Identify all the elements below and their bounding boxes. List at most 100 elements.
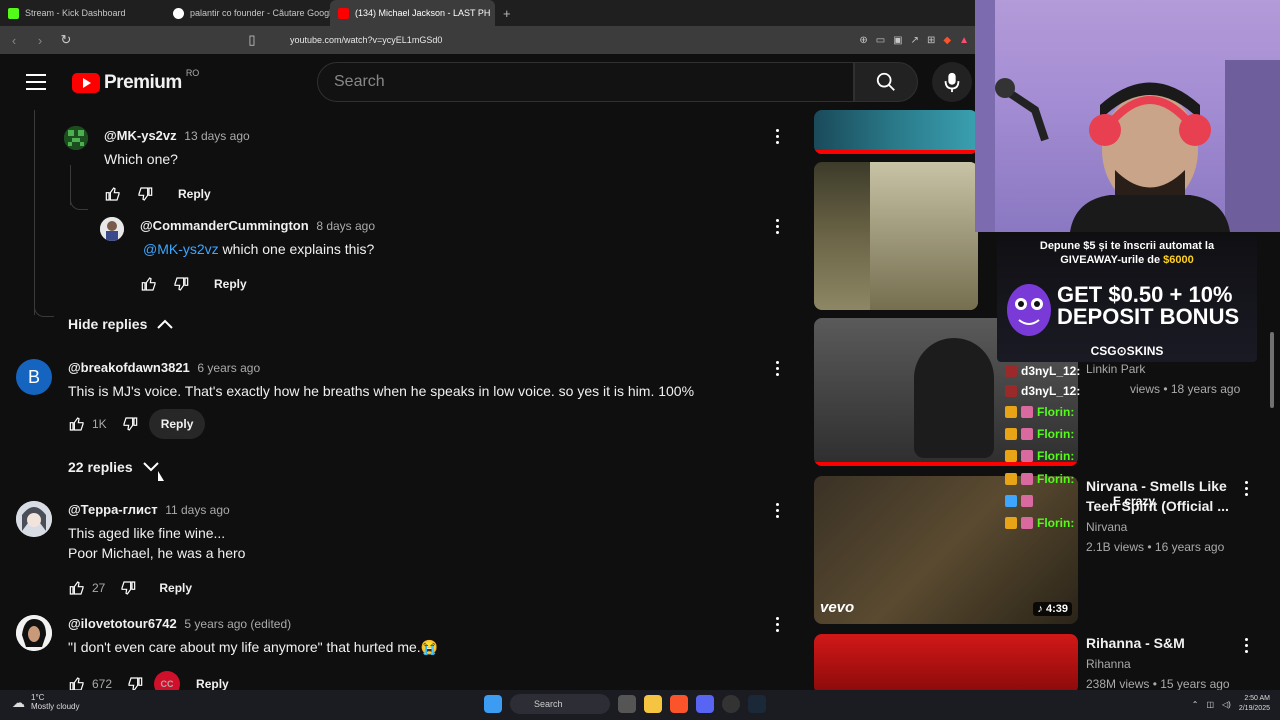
dislike-icon[interactable]	[119, 579, 137, 597]
dislike-icon[interactable]	[136, 185, 154, 203]
dislike-icon[interactable]	[126, 675, 144, 690]
video-thumbnail[interactable]	[814, 162, 978, 310]
tab-google-search[interactable]: palantir co founder - Căutare Google	[165, 0, 330, 26]
voice-search-button[interactable]	[932, 62, 972, 102]
comment-time[interactable]: 5 years ago (edited)	[184, 617, 291, 631]
more-options-icon[interactable]	[767, 358, 787, 378]
search-input[interactable]: Search	[317, 62, 854, 102]
bookmark-icon[interactable]: ▯	[244, 32, 260, 48]
like-icon[interactable]	[68, 675, 86, 690]
logo-brand: Premium	[104, 72, 182, 93]
search-button[interactable]	[854, 62, 918, 102]
obs-icon[interactable]	[722, 695, 740, 713]
reply-button[interactable]: Reply	[148, 409, 206, 439]
like-icon[interactable]	[68, 579, 86, 597]
tab-kick-dashboard[interactable]: Stream - Kick Dashboard	[0, 0, 165, 26]
reload-icon[interactable]: ↻	[58, 32, 74, 48]
volume-icon[interactable]: ◁)	[1222, 700, 1231, 709]
discord-icon[interactable]	[696, 695, 714, 713]
more-options-icon[interactable]	[767, 216, 787, 236]
tab-youtube-video[interactable]: (134) Michael Jackson - LAST PH ✕	[330, 0, 495, 26]
translate-icon[interactable]: ⊞	[927, 35, 935, 46]
chat-badge-icon	[1005, 385, 1017, 397]
brave-shield-icon[interactable]: ◆	[943, 35, 951, 46]
comments-section: @MK-ys2vz 13 days ago Which one? Reply @…	[0, 110, 800, 690]
video-title[interactable]: Rihanna - S&M	[1086, 633, 1185, 653]
reply-button[interactable]: Reply	[166, 179, 223, 209]
show-replies-button[interactable]: 22 replies	[68, 459, 159, 475]
hamburger-menu-icon[interactable]	[26, 74, 46, 90]
chat-message: Florin:	[1005, 472, 1074, 486]
taskbar-clock[interactable]: 2:50 AM 2/19/2025	[1239, 694, 1270, 714]
clock-time: 2:50 AM	[1244, 695, 1270, 702]
comment-time[interactable]: 13 days ago	[184, 129, 249, 143]
cast-icon[interactable]: ▭	[876, 35, 885, 46]
comment-author[interactable]: @ilovetotour6742	[68, 616, 177, 631]
thread-connector	[70, 198, 88, 210]
video-thumbnail[interactable]	[814, 634, 1078, 690]
tray-chevron-icon[interactable]: ⌃	[1192, 700, 1199, 709]
hide-replies-button[interactable]: Hide replies	[68, 316, 174, 332]
promo-amount: $6000	[1163, 254, 1194, 266]
comment-time[interactable]: 11 days ago	[165, 503, 230, 517]
like-icon[interactable]	[140, 275, 158, 293]
video-channel[interactable]: Rihanna	[1086, 657, 1131, 671]
comment-time[interactable]: 8 days ago	[316, 219, 375, 233]
network-icon[interactable]: ◫	[1206, 700, 1214, 709]
chat-username: Florin:	[1037, 516, 1075, 530]
reply-button[interactable]: Reply	[184, 669, 241, 690]
zoom-icon[interactable]: ⊕	[859, 35, 867, 46]
avatar[interactable]	[16, 501, 52, 537]
comment-text: This is MJ's voice. That's exactly how h…	[68, 383, 695, 399]
youtube-premium-logo[interactable]: Premium RO	[72, 68, 199, 94]
youtube-logo-icon	[72, 73, 100, 93]
crown-badge-icon	[1005, 473, 1017, 485]
scrollbar[interactable]	[1270, 332, 1274, 408]
video-thumbnail[interactable]	[814, 110, 978, 154]
like-icon[interactable]	[68, 415, 86, 433]
comment-actions: Reply	[140, 269, 259, 299]
region-code: RO	[185, 68, 200, 78]
task-view-icon[interactable]	[618, 695, 636, 713]
more-options-icon[interactable]	[767, 126, 787, 146]
back-icon[interactable]: ‹	[6, 33, 22, 48]
file-explorer-icon[interactable]	[644, 695, 662, 713]
mention-link[interactable]: @MK-ys2vz	[143, 241, 219, 257]
comment-author[interactable]: @breakofdawn3821	[68, 360, 190, 375]
avatar[interactable]	[100, 217, 124, 241]
comment-time[interactable]: 6 years ago	[197, 361, 260, 375]
new-tab-button[interactable]: +	[495, 6, 519, 21]
weather-widget[interactable]: ☁ 1°C Mostly cloudy	[12, 693, 79, 711]
screenshot-icon[interactable]: ▣	[893, 35, 902, 46]
comment-author[interactable]: @MK-ys2vz	[104, 128, 177, 143]
share-icon[interactable]: ↗	[911, 35, 919, 46]
steam-icon[interactable]	[748, 695, 766, 713]
url-field[interactable]: youtube.com/watch?v=ycyEL1mGSd0	[290, 35, 849, 45]
avatar[interactable]: B	[16, 359, 52, 395]
reply-button[interactable]: Reply	[202, 269, 259, 299]
more-options-icon[interactable]	[1236, 478, 1256, 498]
like-icon[interactable]	[104, 185, 122, 203]
more-options-icon[interactable]	[1236, 635, 1256, 655]
crown-badge-icon	[1005, 428, 1017, 440]
chat-username: d3nyL_12:	[1021, 384, 1081, 398]
comment-author[interactable]: @Терра-глист	[68, 502, 158, 517]
comment-actions: Reply	[104, 179, 223, 209]
avatar[interactable]	[16, 615, 52, 651]
kick-icon	[8, 7, 19, 19]
brave-rewards-icon[interactable]: ▲	[959, 35, 969, 46]
weather-icon: ☁	[12, 694, 25, 710]
dislike-icon[interactable]	[121, 415, 139, 433]
more-options-icon[interactable]	[767, 614, 787, 634]
windows-start-icon[interactable]	[484, 695, 502, 713]
comment-actions: 1K Reply	[68, 409, 206, 439]
more-options-icon[interactable]	[767, 500, 787, 520]
avatar[interactable]	[64, 126, 88, 150]
reply-button[interactable]: Reply	[147, 573, 204, 603]
taskbar-search[interactable]: Search	[510, 694, 610, 714]
forward-icon[interactable]: ›	[32, 33, 48, 48]
comment-author[interactable]: @CommanderCummington	[140, 218, 309, 233]
chat-username: Florin:	[1037, 427, 1075, 441]
brave-browser-icon[interactable]	[670, 695, 688, 713]
dislike-icon[interactable]	[172, 275, 190, 293]
